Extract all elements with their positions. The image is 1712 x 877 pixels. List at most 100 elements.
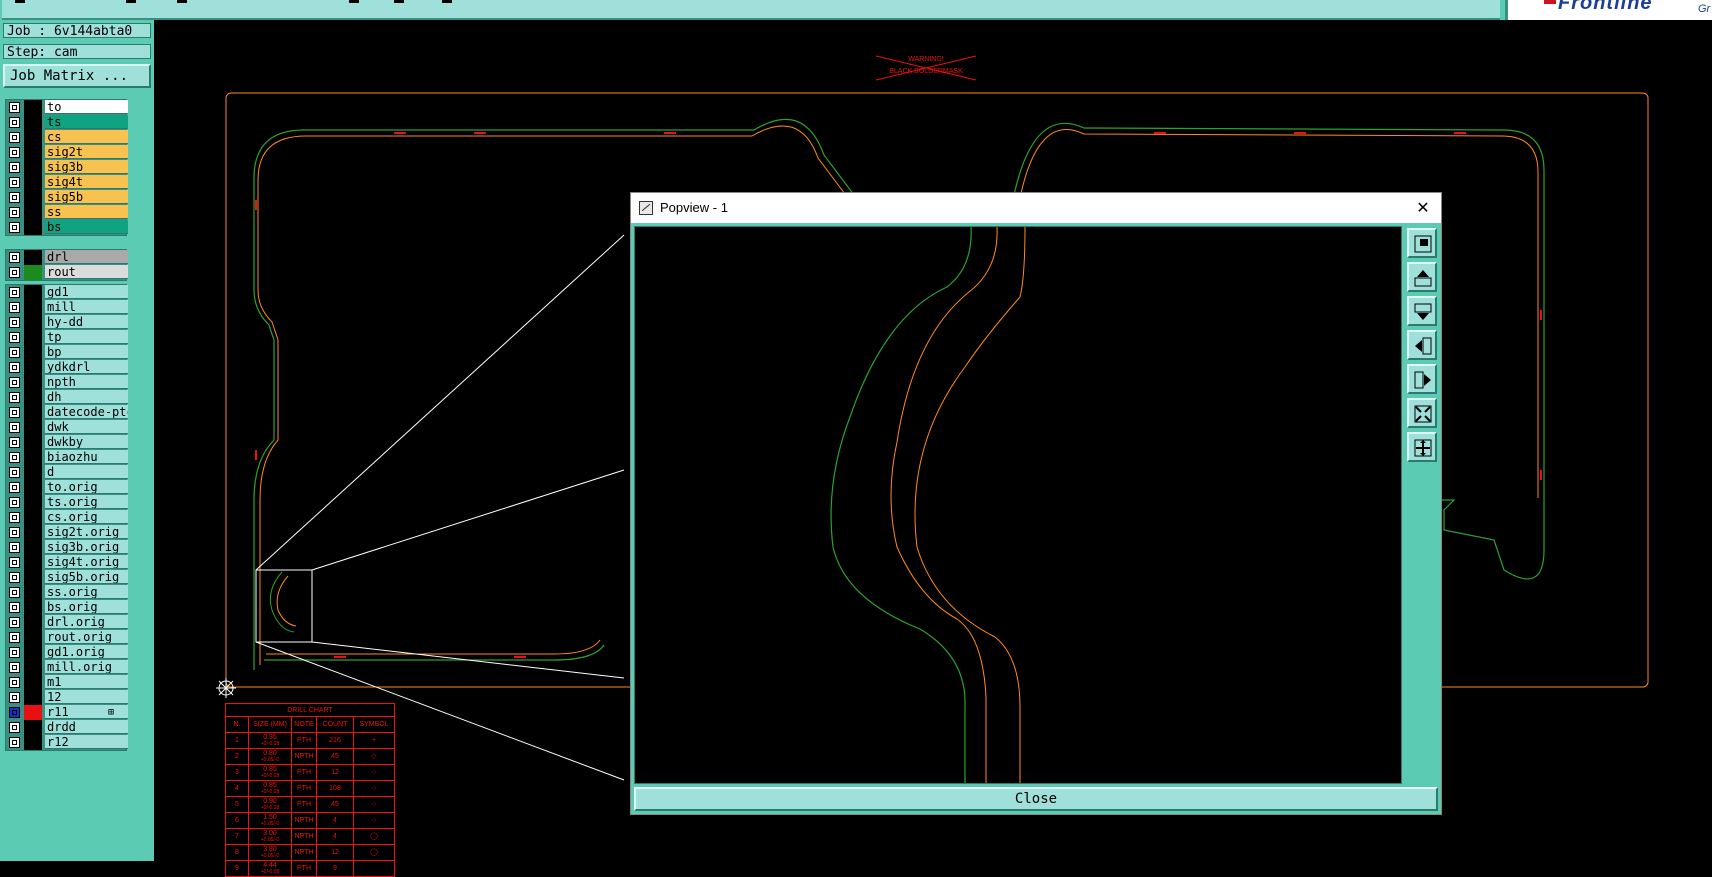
layer-row-sig2t.orig[interactable]: sig2t.orig bbox=[6, 525, 128, 540]
layer-color-swatch[interactable] bbox=[24, 345, 42, 360]
layer-row-sig3b.orig[interactable]: sig3b.orig bbox=[6, 540, 128, 555]
layer-row-r12[interactable]: r12 bbox=[6, 735, 128, 750]
layer-name[interactable]: ss.orig bbox=[45, 585, 128, 599]
layer-name[interactable]: sig3b bbox=[45, 160, 128, 174]
layer-checkbox[interactable] bbox=[9, 222, 20, 233]
layer-row-to.orig[interactable]: to.orig bbox=[6, 480, 128, 495]
layer-row-drdd[interactable]: drdd bbox=[6, 720, 128, 735]
layer-checkbox[interactable] bbox=[9, 252, 20, 263]
layer-checkbox[interactable] bbox=[9, 422, 20, 433]
layer-row-dwkby[interactable]: dwkby bbox=[6, 435, 128, 450]
layer-checkbox[interactable] bbox=[9, 362, 20, 373]
layer-name[interactable]: tp bbox=[45, 330, 128, 344]
layer-checkbox[interactable] bbox=[9, 662, 20, 673]
layer-row-r11[interactable]: r11 ⊞ bbox=[6, 705, 128, 720]
layer-name[interactable]: d bbox=[45, 465, 128, 479]
layer-checkbox[interactable] bbox=[9, 102, 20, 113]
layer-color-swatch[interactable] bbox=[24, 465, 42, 480]
layer-expand-icon[interactable]: ⊞ bbox=[108, 705, 114, 720]
layer-checkbox[interactable] bbox=[9, 467, 20, 478]
layer-checkbox[interactable] bbox=[9, 722, 20, 733]
layer-color-swatch[interactable] bbox=[24, 690, 42, 705]
toolbar-button[interactable] bbox=[126, 0, 136, 3]
layer-row-dwk[interactable]: dwk bbox=[6, 420, 128, 435]
layer-row-hy-dd[interactable]: hy-dd bbox=[6, 315, 128, 330]
layer-checkbox[interactable] bbox=[9, 192, 20, 203]
layer-name[interactable]: drl bbox=[45, 250, 128, 264]
layer-color-swatch[interactable] bbox=[24, 160, 42, 175]
layer-name[interactable]: mill.orig bbox=[45, 660, 128, 674]
layer-name[interactable]: dh bbox=[45, 390, 128, 404]
layer-row-biaozhu[interactable]: biaozhu bbox=[6, 450, 128, 465]
layer-name[interactable]: bp bbox=[45, 345, 128, 359]
layer-color-swatch[interactable] bbox=[24, 735, 42, 750]
layer-row-sig4t.orig[interactable]: sig4t.orig bbox=[6, 555, 128, 570]
layer-color-swatch[interactable] bbox=[24, 555, 42, 570]
layer-color-swatch[interactable] bbox=[24, 615, 42, 630]
layer-color-swatch[interactable] bbox=[24, 315, 42, 330]
layer-color-swatch[interactable] bbox=[24, 510, 42, 525]
layer-checkbox[interactable] bbox=[9, 267, 20, 278]
layer-row-ss.orig[interactable]: ss.orig bbox=[6, 585, 128, 600]
layer-name[interactable]: sig5b.orig bbox=[45, 570, 128, 584]
layer-name[interactable]: ts bbox=[45, 115, 128, 129]
layer-checkbox[interactable] bbox=[9, 347, 20, 358]
toolbar-button[interactable] bbox=[442, 0, 452, 3]
layer-row-ydkdrl[interactable]: ydkdrl bbox=[6, 360, 128, 375]
layer-name[interactable]: to bbox=[45, 100, 128, 114]
layer-name[interactable]: drl.orig bbox=[45, 615, 128, 629]
layer-color-swatch[interactable] bbox=[24, 585, 42, 600]
layer-row-drl[interactable]: drl bbox=[6, 250, 128, 265]
layer-row-to[interactable]: to bbox=[6, 100, 128, 115]
layer-checkbox[interactable] bbox=[9, 392, 20, 403]
layer-color-swatch[interactable] bbox=[24, 540, 42, 555]
zoom-out-button[interactable] bbox=[1407, 432, 1437, 462]
layer-color-swatch[interactable] bbox=[24, 450, 42, 465]
layer-color-swatch[interactable] bbox=[24, 265, 42, 280]
layer-checkbox[interactable] bbox=[9, 177, 20, 188]
close-button[interactable]: Close bbox=[634, 787, 1438, 811]
layer-color-swatch[interactable] bbox=[24, 435, 42, 450]
layer-name[interactable]: r12 bbox=[45, 735, 128, 749]
layer-checkbox[interactable] bbox=[9, 572, 20, 583]
layer-checkbox[interactable] bbox=[9, 117, 20, 128]
layer-row-12[interactable]: 12 bbox=[6, 690, 128, 705]
layer-color-swatch[interactable] bbox=[24, 375, 42, 390]
layer-name[interactable]: bs bbox=[45, 220, 128, 234]
layer-row-ss[interactable]: ss bbox=[6, 205, 128, 220]
layer-row-m1[interactable]: m1 bbox=[6, 675, 128, 690]
layer-row-mill.orig[interactable]: mill.orig bbox=[6, 660, 128, 675]
layer-name[interactable]: sig2t.orig bbox=[45, 525, 128, 539]
layer-color-swatch[interactable] bbox=[24, 720, 42, 735]
layer-color-swatch[interactable] bbox=[24, 525, 42, 540]
layer-color-swatch[interactable] bbox=[24, 205, 42, 220]
layer-name[interactable]: rout.orig bbox=[45, 630, 128, 644]
job-matrix-button[interactable]: Job Matrix ... bbox=[3, 64, 151, 88]
layer-row-sig2t[interactable]: sig2t bbox=[6, 145, 128, 160]
layer-checkbox[interactable] bbox=[9, 407, 20, 418]
layer-row-ts.orig[interactable]: ts.orig bbox=[6, 495, 128, 510]
close-icon[interactable]: ✕ bbox=[1411, 197, 1435, 219]
layer-checkbox[interactable] bbox=[9, 437, 20, 448]
layer-color-swatch[interactable] bbox=[24, 115, 42, 130]
layer-checkbox[interactable] bbox=[9, 557, 20, 568]
layer-row-sig5b[interactable]: sig5b bbox=[6, 190, 128, 205]
layer-row-dh[interactable]: dh bbox=[6, 390, 128, 405]
layer-row-bs.orig[interactable]: bs.orig bbox=[6, 600, 128, 615]
layer-checkbox[interactable] bbox=[9, 207, 20, 218]
layer-color-swatch[interactable] bbox=[24, 660, 42, 675]
layer-name[interactable]: ss bbox=[45, 205, 128, 219]
layer-row-sig3b[interactable]: sig3b bbox=[6, 160, 128, 175]
layer-checkbox[interactable] bbox=[9, 497, 20, 508]
layer-name[interactable]: gd1 bbox=[45, 285, 128, 299]
layer-color-swatch[interactable] bbox=[24, 705, 42, 720]
layer-color-swatch[interactable] bbox=[24, 285, 42, 300]
layer-name[interactable]: npth bbox=[45, 375, 128, 389]
layer-row-gd1.orig[interactable]: gd1.orig bbox=[6, 645, 128, 660]
layer-name[interactable]: ydkdrl bbox=[45, 360, 128, 374]
layer-checkbox[interactable] bbox=[9, 647, 20, 658]
layer-color-swatch[interactable] bbox=[24, 100, 42, 115]
layer-checkbox[interactable] bbox=[9, 617, 20, 628]
layer-color-swatch[interactable] bbox=[24, 630, 42, 645]
layer-color-swatch[interactable] bbox=[24, 190, 42, 205]
